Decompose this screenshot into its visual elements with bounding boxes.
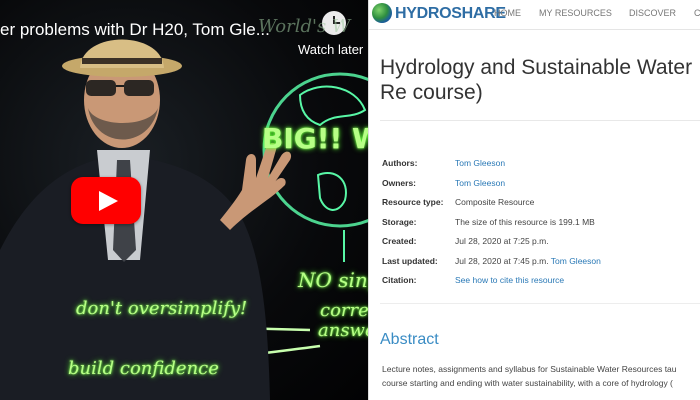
hydroshare-page: HYDROSHARE HOME MY RESOURCES DISCOVER C … [368,0,700,400]
meta-label: Last updated: [382,255,438,266]
meta-label: Owners: [382,177,417,188]
meta-label: Citation: [382,275,417,285]
presenter-illustration [0,39,368,400]
abstract-line-1: Lecture notes, assignments and syllabus … [382,364,677,374]
resource-type-value: Composite Resource [455,197,535,207]
video-title[interactable]: er problems with Dr H20, Tom Gle... [0,20,270,40]
meta-label: Storage: [382,216,417,227]
resource-title: Hydrology and Sustainable Water Re cours… [380,56,693,104]
video-player[interactable]: er problems with Dr H20, Tom Gle... Watc… [0,0,368,400]
divider [380,120,700,121]
abstract-text: Lecture notes, assignments and syllabus … [382,362,700,390]
nav-my-resources[interactable]: MY RESOURCES [539,8,612,18]
abstract-line-2: course starting and ending with water su… [382,378,673,388]
hydroshare-logo-text[interactable]: HYDROSHARE [395,5,506,23]
updated-by-link[interactable]: Tom Gleeson [551,256,601,266]
citation-link[interactable]: See how to cite this resource [455,275,564,285]
created-value: Jul 28, 2020 at 7:25 p.m. [455,236,549,246]
nav-home[interactable]: HOME [494,8,521,18]
lightboard-text-big: BIG!! W [262,122,368,155]
meta-label: Authors: [382,158,418,168]
meta-label: Resource type: [382,197,444,207]
lightboard-text-no-single: NO sing [298,268,368,292]
updated-date: Jul 28, 2020 at 7:45 p.m. [455,255,549,266]
updated-value: Jul 28, 2020 at 7:45 p.m. Tom Gleeson [455,256,601,266]
top-nav: HYDROSHARE HOME MY RESOURCES DISCOVER C [369,0,700,30]
lightboard-text-oversimplify: don't oversimplify! [76,298,248,319]
abstract-heading: Abstract [380,331,439,348]
nav-more[interactable]: C [694,8,700,18]
hydroshare-logo-icon[interactable] [372,3,392,23]
meta-label: Created: [382,236,417,246]
divider [380,303,700,304]
play-button[interactable] [71,177,141,224]
nav-discover[interactable]: DISCOVER [629,8,676,18]
lightboard-text-worlds: World's W [258,16,351,37]
lightboard-text-confidence: build confidence [68,358,219,379]
lightboard-text-answer: answe [318,320,368,341]
watch-later-label[interactable]: Watch later [298,42,363,57]
author-link[interactable]: Tom Gleeson [455,158,505,168]
lightboard-text-correct: correc [320,300,368,321]
storage-value: The size of this resource is 199.1 MB [455,216,595,227]
owner-link[interactable]: Tom Gleeson [455,178,505,188]
